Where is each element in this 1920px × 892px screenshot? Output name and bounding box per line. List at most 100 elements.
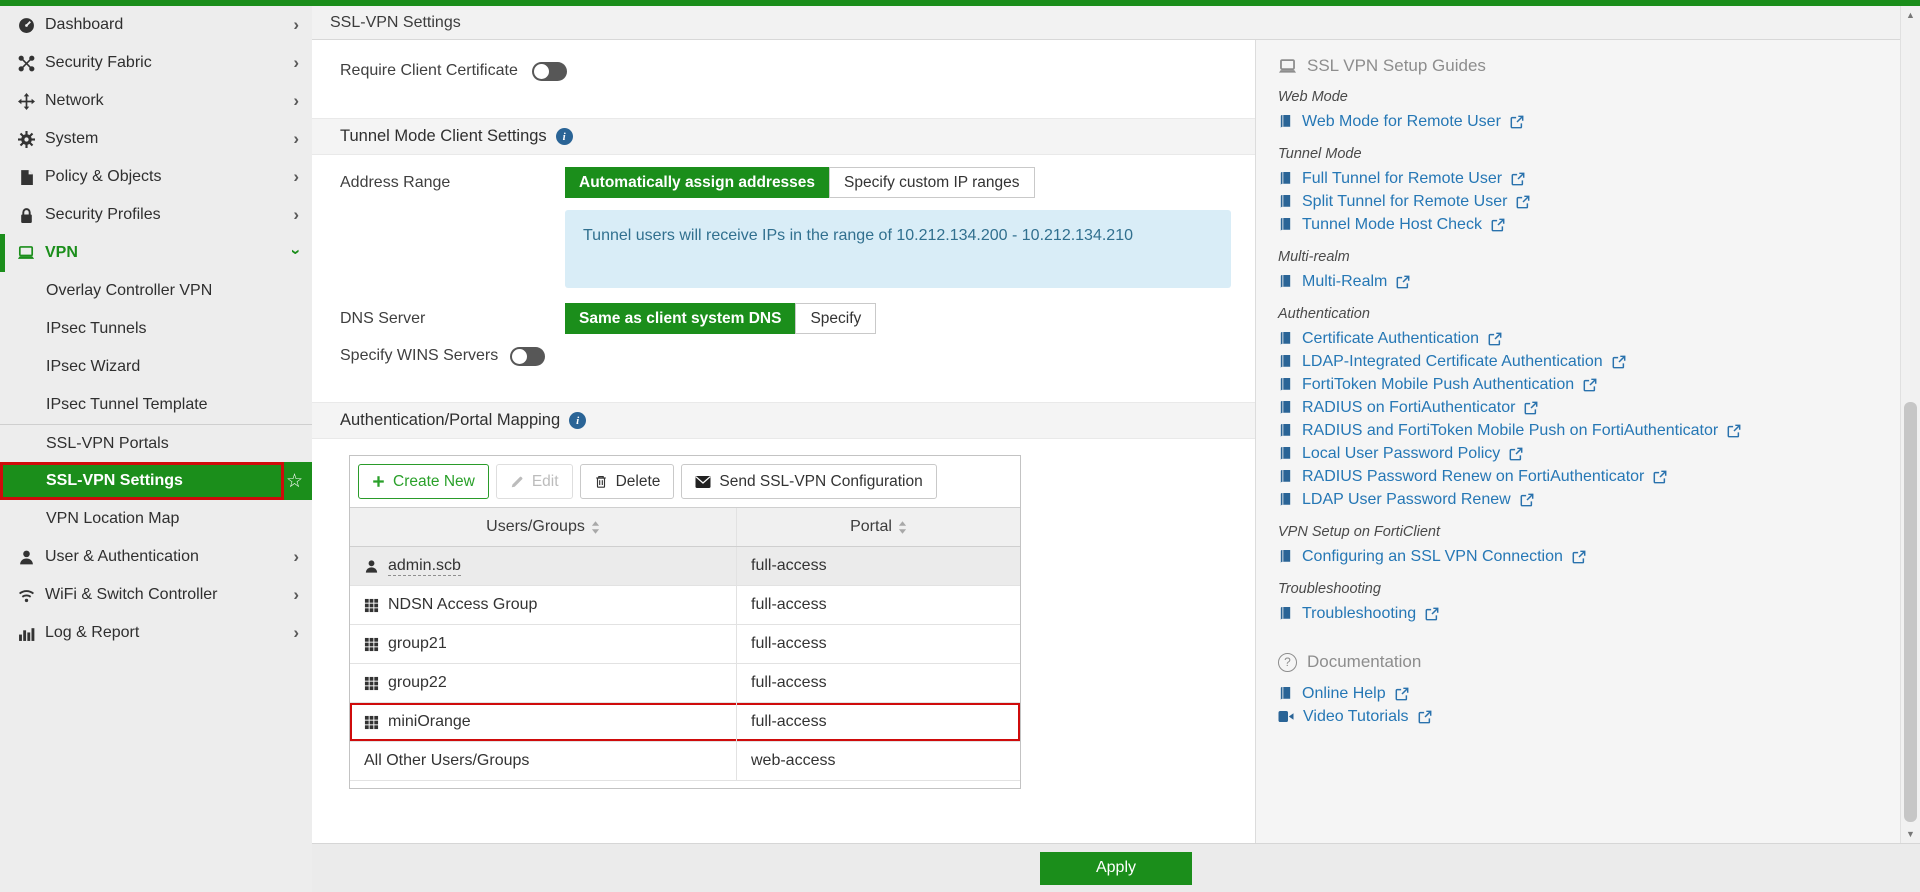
sidebar-item-wifi-switch-controller[interactable]: WiFi & Switch Controller › [0,576,312,614]
guide-link[interactable]: Video Tutorials [1278,705,1900,728]
delete-button[interactable]: Delete [579,464,675,499]
portal-mapping-section-header: Authentication/Portal Mapping i [312,402,1255,439]
sidebar-item-network[interactable]: Network › [0,82,312,120]
guide-section-heading: VPN Setup on FortiClient [1278,524,1440,540]
trash-icon [595,475,606,488]
external-link-icon [1727,424,1741,437]
guide-link[interactable]: LDAP-Integrated Certificate Authenticati… [1278,350,1900,373]
sidebar-item-dashboard[interactable]: Dashboard › [0,6,312,44]
column-header-portal[interactable]: Portal [736,508,1020,546]
edit-label: Edit [531,472,559,490]
table-row[interactable]: NDSN Access Group full-access [350,586,1020,625]
sidebar-item-system[interactable]: System › [0,120,312,158]
external-link-icon [1510,115,1524,128]
guide-link[interactable]: RADIUS on FortiAuthenticator [1278,396,1900,419]
sidebar-item-label: Log & Report [45,624,140,641]
address-range-info-box: Tunnel users will receive IPs in the ran… [565,210,1231,288]
portal-mapping-container: Create New Edit Delete Send SSL-VPN Conf… [349,455,1021,789]
policy-icon [17,168,35,186]
favorite-star-icon[interactable]: ☆ [286,470,303,493]
scrollbar-thumb[interactable] [1904,402,1917,822]
sidebar-item-ipsec-tunnel-template[interactable]: IPsec Tunnel Template [0,386,312,424]
option-same-as-client-dns[interactable]: Same as client system DNS [565,303,796,334]
send-configuration-button[interactable]: Send SSL-VPN Configuration [681,464,937,499]
sidebar-item-policy-objects[interactable]: Policy & Objects › [0,158,312,196]
sidebar-item-ipsec-tunnels[interactable]: IPsec Tunnels [0,310,312,348]
main-content: Require Client Certificate Tunnel Mode C… [312,40,1255,843]
vertical-scrollbar[interactable]: ▲ ▼ [1900,6,1920,843]
sidebar-item-label: VPN [45,244,78,261]
portal-value: full-access [751,557,827,574]
guide-link[interactable]: Multi-Realm [1278,270,1900,293]
guide-link[interactable]: RADIUS Password Renew on FortiAuthentica… [1278,465,1900,488]
external-link-icon [1395,687,1409,700]
sort-icon[interactable] [591,520,600,534]
require-client-certificate-toggle[interactable] [531,61,567,81]
edit-button[interactable]: Edit [495,464,573,499]
table-row[interactable]: group22 full-access [350,664,1020,703]
apply-button[interactable]: Apply [1040,851,1192,885]
guide-link[interactable]: Troubleshooting [1278,602,1900,625]
guide-link[interactable]: Local User Password Policy [1278,442,1900,465]
sidebar-item-ipsec-wizard[interactable]: IPsec Wizard [0,348,312,386]
sidebar-item-log-report[interactable]: Log & Report › [0,614,312,652]
info-icon[interactable]: i [569,412,587,429]
sort-icon[interactable] [898,520,907,534]
sidebar-item-vpn-location-map[interactable]: VPN Location Map [0,500,312,538]
book-icon [1280,606,1291,621]
guide-link[interactable]: FortiToken Mobile Push Authentication [1278,373,1900,396]
user-group-name[interactable]: admin.scb [388,557,461,576]
group-icon [364,598,379,612]
laptop-icon [17,244,35,262]
guide-link[interactable]: Split Tunnel for Remote User [1278,190,1900,213]
sidebar-item-user-authentication[interactable]: User & Authentication › [0,538,312,576]
laptop-icon [1278,57,1297,76]
external-link-icon [1524,401,1538,414]
option-specify-dns[interactable]: Specify [795,303,877,334]
gauge-icon [17,16,35,34]
group-icon [364,715,379,729]
guide-link[interactable]: Configuring an SSL VPN Connection [1278,545,1900,568]
chevron-right-icon: › [293,585,299,604]
guide-link[interactable]: Full Tunnel for Remote User [1278,167,1900,190]
portal-mapping-toolbar: Create New Edit Delete Send SSL-VPN Conf… [350,456,1020,507]
user-group-name: miniOrange [388,713,471,730]
wins-servers-toggle[interactable] [510,346,546,366]
table-row[interactable]: admin.scb full-access [350,547,1020,586]
sidebar-item-vpn[interactable]: VPN › [0,234,312,272]
scroll-up-arrow-icon[interactable]: ▲ [1901,10,1920,20]
book-icon [1280,114,1291,129]
sidebar-item-overlay-controller-vpn[interactable]: Overlay Controller VPN [0,272,312,310]
option-auto-assign[interactable]: Automatically assign addresses [565,167,830,198]
user-group-name: All Other Users/Groups [364,752,530,769]
table-row[interactable]: group21 full-access [350,625,1020,664]
page-tab-bar: SSL-VPN Settings [312,6,1900,40]
chevron-right-icon: › [293,129,299,148]
create-new-button[interactable]: Create New [358,464,489,499]
external-link-icon [1511,172,1525,185]
scroll-down-arrow-icon[interactable]: ▼ [1901,829,1920,839]
section-title: Tunnel Mode Client Settings [340,127,547,145]
sidebar-subitem-label: VPN Location Map [46,510,180,527]
table-row-highlighted[interactable]: miniOrange full-access [350,703,1020,742]
table-row[interactable]: All Other Users/Groups web-access [350,742,1020,781]
guide-link[interactable]: Certificate Authentication [1278,327,1900,350]
sidebar-item-ssl-vpn-portals[interactable]: SSL-VPN Portals [0,424,312,462]
guide-link[interactable]: Online Help [1278,682,1900,705]
guide-link[interactable]: LDAP User Password Renew [1278,488,1900,511]
guide-link[interactable]: Tunnel Mode Host Check [1278,213,1900,236]
sidebar-item-security-fabric[interactable]: Security Fabric › [0,44,312,82]
book-icon [1280,549,1291,564]
sidebar-item-security-profiles[interactable]: Security Profiles › [0,196,312,234]
sidebar-item-ssl-vpn-settings[interactable]: SSL-VPN Settings ☆ [0,462,312,500]
portal-value: full-access [751,674,827,691]
guide-link[interactable]: RADIUS and FortiToken Mobile Push on For… [1278,419,1900,442]
option-custom-ranges[interactable]: Specify custom IP ranges [829,167,1035,198]
sidebar-item-label: System [45,130,99,147]
guide-link[interactable]: Web Mode for Remote User [1278,110,1900,133]
address-range-label: Address Range [340,173,451,191]
info-icon[interactable]: i [555,128,573,145]
column-header-users-groups[interactable]: Users/Groups [350,508,736,546]
book-icon [1280,354,1291,369]
portal-value: full-access [751,635,827,652]
